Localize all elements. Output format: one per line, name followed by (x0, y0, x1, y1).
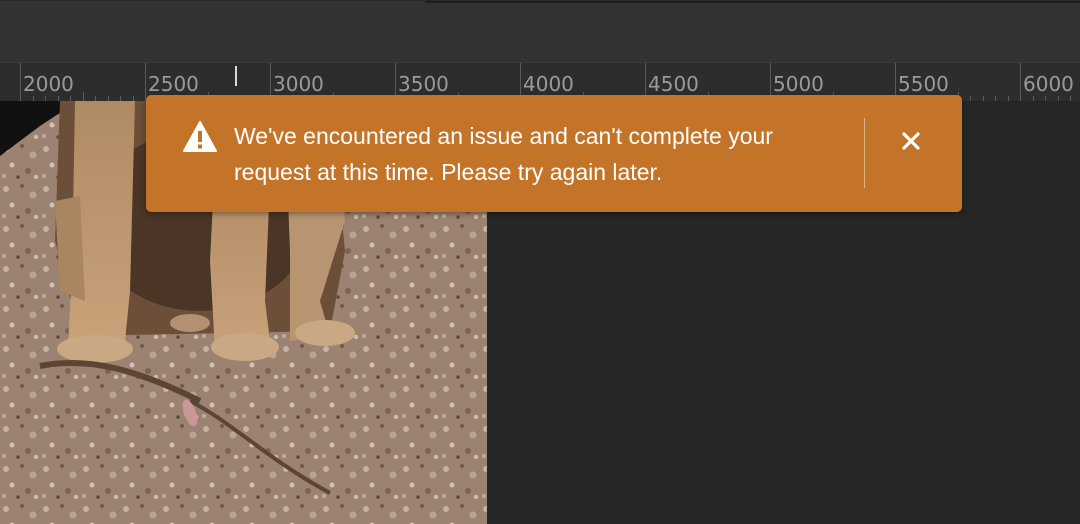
toast-message: We've encountered an issue and can't com… (234, 123, 773, 185)
toolbar-edge (425, 1, 1080, 3)
ruler-label: 2000 (23, 72, 74, 96)
toast-divider (864, 118, 865, 188)
ruler-label: 4500 (648, 72, 699, 96)
ruler-label: 3500 (398, 72, 449, 96)
alert-triangle-icon (182, 120, 218, 154)
close-button[interactable] (891, 123, 931, 163)
close-icon (901, 131, 921, 156)
ruler-major-tick (1020, 63, 1021, 101)
ruler-label: 5500 (898, 72, 949, 96)
ruler-minor-tick (83, 92, 84, 101)
ruler-label: 5000 (773, 72, 824, 96)
ruler-label: 3000 (273, 72, 324, 96)
ruler-cursor-marker (235, 66, 237, 86)
ruler-major-tick (145, 63, 146, 101)
ruler-label: 4000 (523, 72, 574, 96)
ruler-major-tick (20, 63, 21, 101)
ruler-label: 2500 (148, 72, 199, 96)
error-toast: We've encountered an issue and can't com… (146, 95, 962, 212)
ruler-label: 6000 (1023, 72, 1074, 96)
top-toolbar (0, 0, 1080, 63)
